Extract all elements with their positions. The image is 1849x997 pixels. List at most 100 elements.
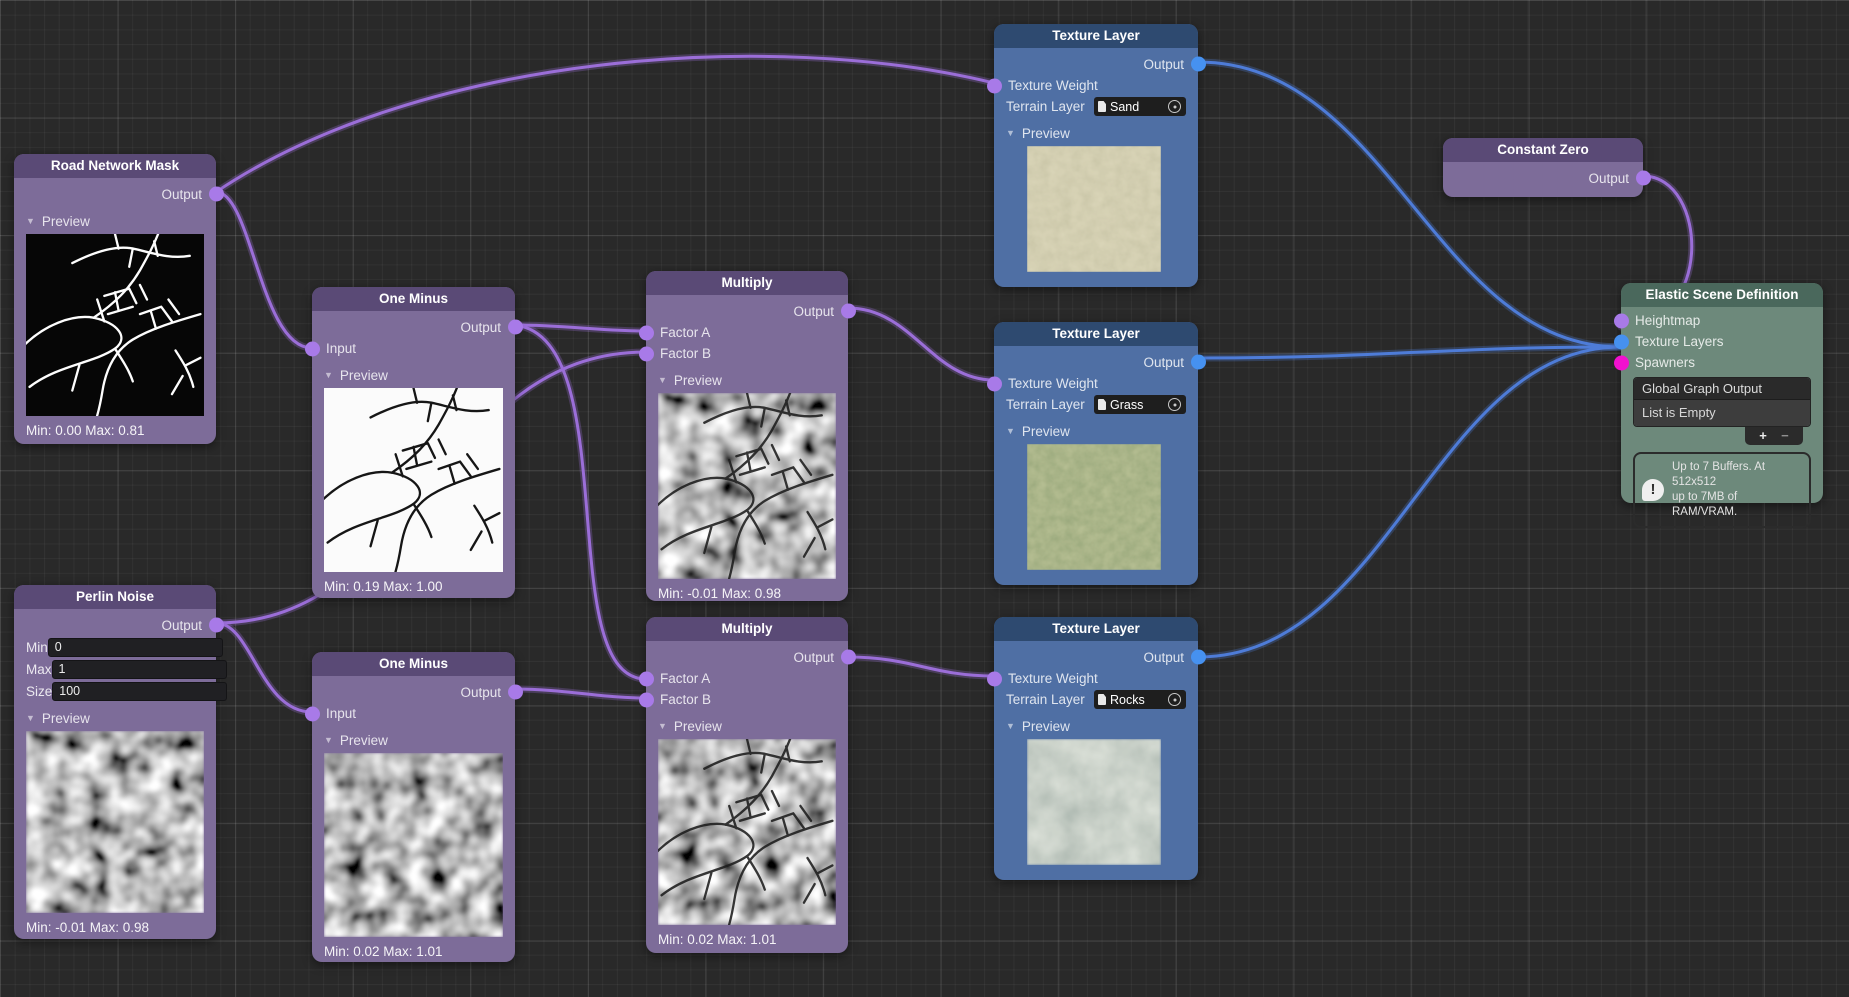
road-output-to-one-minus-input-wire[interactable]: [216, 192, 312, 348]
input-row: Input: [312, 338, 515, 359]
node-title[interactable]: Texture Layer: [994, 617, 1198, 641]
node-title[interactable]: One Minus: [312, 287, 515, 311]
terrain-asset-field[interactable]: Sand: [1094, 97, 1186, 116]
node-texture-layer-rocks[interactable]: Texture Layer Output Texture Weight Terr…: [994, 617, 1198, 880]
node-one-minus-top[interactable]: One Minus Output Input ▼ Preview Min: 0.…: [312, 287, 515, 598]
one-minus-top-output-port[interactable]: [508, 320, 523, 335]
sand-output-to-elastic-texture-layers-wire[interactable]: [1198, 62, 1621, 347]
one-minus1-output-to-multiply2-factor-a-wire[interactable]: [515, 325, 646, 679]
size-field-input[interactable]: [52, 682, 227, 701]
add-item-button[interactable]: +: [1759, 427, 1767, 445]
node-title[interactable]: Elastic Scene Definition: [1621, 283, 1823, 307]
multiply-bottom-factor-b-port[interactable]: [639, 692, 654, 707]
node-title[interactable]: One Minus: [312, 652, 515, 676]
preview-toggle[interactable]: ▼ Preview: [14, 211, 216, 231]
node-texture-layer-sand[interactable]: Texture Layer Output Texture Weight Terr…: [994, 24, 1198, 287]
output-row: Output: [994, 53, 1198, 75]
output-row: Output: [312, 681, 515, 703]
node-title[interactable]: Multiply: [646, 617, 848, 641]
node-title[interactable]: Texture Layer: [994, 24, 1198, 48]
elastic-texture-layers-port[interactable]: [1614, 334, 1629, 349]
terrain-asset-field[interactable]: Rocks: [1094, 690, 1186, 709]
max-field-input[interactable]: [52, 660, 227, 679]
output-label: Output: [1143, 650, 1184, 665]
texture-layer-rocks-output-port[interactable]: [1191, 650, 1206, 665]
object-picker-icon[interactable]: [1168, 398, 1181, 411]
one-minus1-output-to-multiply2-factor-a-wire[interactable]: [515, 325, 646, 679]
object-picker-icon[interactable]: [1168, 100, 1181, 113]
multiply-bottom-output-port[interactable]: [841, 650, 856, 665]
node-road-network-mask[interactable]: Road Network Mask Output ▼ Preview Min: …: [14, 154, 216, 444]
node-title[interactable]: Multiply: [646, 271, 848, 295]
output-label: Output: [1588, 171, 1629, 186]
grass-output-to-elastic-texture-layers-wire[interactable]: [1198, 347, 1621, 358]
output-label: Output: [1143, 355, 1184, 370]
texture-layer-grass-weight-port[interactable]: [987, 376, 1002, 391]
factor-b-label: Factor B: [660, 692, 711, 707]
one-minus-bottom-input-port[interactable]: [305, 706, 320, 721]
perlin-output-to-one-minus2-input-wire[interactable]: [216, 623, 312, 712]
inverted-noise-preview-image: [324, 753, 503, 937]
min-field-input[interactable]: [48, 638, 223, 657]
road-output-to-one-minus-input-wire[interactable]: [216, 192, 312, 348]
one-minus-top-input-port[interactable]: [305, 341, 320, 356]
collapse-triangle-icon: ▼: [1006, 427, 1015, 436]
node-title[interactable]: Road Network Mask: [14, 154, 216, 178]
preview-toggle[interactable]: ▼ Preview: [646, 716, 848, 736]
multiply-top-factor-b-port[interactable]: [639, 346, 654, 361]
elastic-heightmap-port[interactable]: [1614, 313, 1629, 328]
list-header: Global Graph Output: [1634, 378, 1810, 400]
preview-toggle[interactable]: ▼ Preview: [994, 421, 1198, 441]
output-row: Output: [994, 351, 1198, 373]
terrain-asset-field[interactable]: Grass: [1094, 395, 1186, 414]
spawners-row: Spawners: [1621, 352, 1823, 373]
node-constant-zero[interactable]: Constant Zero Output: [1443, 138, 1643, 197]
texture-layer-rocks-weight-port[interactable]: [987, 671, 1002, 686]
elastic-spawners-port[interactable]: [1614, 355, 1629, 370]
node-title[interactable]: Constant Zero: [1443, 138, 1643, 162]
node-multiply-bottom[interactable]: Multiply Output Factor A Factor B ▼ Prev…: [646, 617, 848, 953]
preview-toggle[interactable]: ▼ Preview: [994, 716, 1198, 736]
asset-file-icon: [1098, 399, 1106, 410]
multiply-top-output-port[interactable]: [841, 304, 856, 319]
texture-weight-row: Texture Weight: [994, 668, 1198, 689]
terrain-layer-row: Terrain Layer Grass: [994, 394, 1198, 415]
texture-weight-label: Texture Weight: [1008, 671, 1098, 686]
node-elastic-scene-definition[interactable]: Elastic Scene Definition Heightmap Textu…: [1621, 283, 1823, 503]
node-one-minus-bottom[interactable]: One Minus Output Input ▼ Preview Min: 0.…: [312, 652, 515, 962]
road-output-to-sand-texture-weight-wire[interactable]: [216, 56, 994, 192]
multiply-top-factor-a-port[interactable]: [639, 325, 654, 340]
texture-layer-sand-weight-port[interactable]: [987, 78, 1002, 93]
object-picker-icon[interactable]: [1168, 693, 1181, 706]
node-title[interactable]: Perlin Noise: [14, 585, 216, 609]
road-output-to-sand-texture-weight-wire[interactable]: [216, 56, 994, 192]
node-graph-canvas[interactable]: Road Network Mask Output ▼ Preview Min: …: [0, 0, 1849, 997]
one-minus-bottom-output-port[interactable]: [508, 685, 523, 700]
node-texture-layer-grass[interactable]: Texture Layer Output Texture Weight Terr…: [994, 322, 1198, 585]
remove-item-button[interactable]: −: [1781, 427, 1789, 445]
min-field-label: Min: [26, 640, 48, 655]
output-row: Output: [994, 646, 1198, 668]
collapse-triangle-icon: ▼: [1006, 722, 1015, 731]
constant-zero-output-port[interactable]: [1636, 171, 1651, 186]
terrain-layer-row: Terrain Layer Sand: [994, 96, 1198, 117]
node-perlin-noise[interactable]: Perlin Noise Output Min Max Size ▼ Previ…: [14, 585, 216, 939]
preview-label: Preview: [674, 719, 722, 734]
preview-toggle[interactable]: ▼ Preview: [312, 365, 515, 385]
road-network-mask-output-port[interactable]: [209, 187, 224, 202]
node-multiply-top[interactable]: Multiply Output Factor A Factor B ▼ Prev…: [646, 271, 848, 601]
perlin-output-to-one-minus2-input-wire[interactable]: [216, 623, 312, 712]
perlin-noise-output-port[interactable]: [209, 618, 224, 633]
node-title[interactable]: Texture Layer: [994, 322, 1198, 346]
texture-layer-sand-output-port[interactable]: [1191, 57, 1206, 72]
max-field-row: Max: [14, 658, 216, 680]
preview-toggle[interactable]: ▼ Preview: [646, 370, 848, 390]
multiply-bottom-factor-a-port[interactable]: [639, 671, 654, 686]
rocks-output-to-elastic-texture-layers-wire[interactable]: [1198, 347, 1621, 657]
preview-toggle[interactable]: ▼ Preview: [14, 708, 216, 728]
multiply1-output-to-grass-texture-weight-wire[interactable]: [848, 308, 994, 380]
warning-text: Up to 7 Buffers. At 512x512 up to 7MB of…: [1672, 460, 1802, 520]
preview-toggle[interactable]: ▼ Preview: [994, 123, 1198, 143]
preview-toggle[interactable]: ▼ Preview: [312, 730, 515, 750]
texture-layer-grass-output-port[interactable]: [1191, 355, 1206, 370]
